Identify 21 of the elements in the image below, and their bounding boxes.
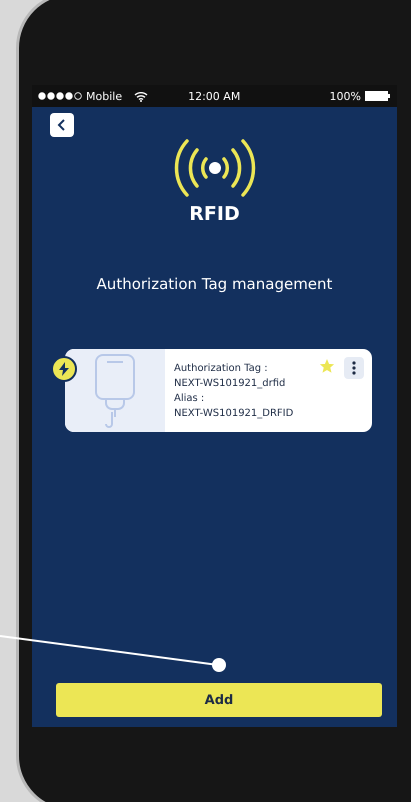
battery-icon bbox=[365, 91, 391, 101]
battery-percent: 100% bbox=[330, 90, 361, 102]
more-button[interactable] bbox=[344, 357, 364, 379]
tag-value: NEXT-WS101921_drfid bbox=[174, 376, 286, 390]
more-vertical-icon bbox=[352, 361, 356, 375]
rfid-signal-icon bbox=[172, 137, 256, 199]
chevron-left-icon bbox=[57, 119, 67, 131]
wifi-icon bbox=[134, 90, 148, 102]
tag-card[interactable]: Authorization Tag : NEXT-WS101921_drfid Alias : NEXT-WS101921_DRFID bbox=[65, 349, 372, 432]
lightning-badge-icon bbox=[51, 356, 77, 382]
tag-label: Authorization Tag : bbox=[174, 362, 269, 376]
add-button[interactable]: Add bbox=[56, 683, 382, 717]
alias-label: Alias : bbox=[174, 392, 206, 406]
alias-value: NEXT-WS101921_DRFID bbox=[174, 406, 294, 420]
carrier-text: Mobile bbox=[86, 90, 122, 102]
star-icon[interactable] bbox=[320, 359, 334, 373]
signal-icon bbox=[38, 92, 82, 100]
page-title: RFID bbox=[189, 203, 240, 225]
clock-text: 12:00 AM bbox=[188, 90, 240, 102]
back-button[interactable] bbox=[50, 113, 74, 137]
page-subtitle: Authorization Tag management bbox=[96, 275, 332, 293]
